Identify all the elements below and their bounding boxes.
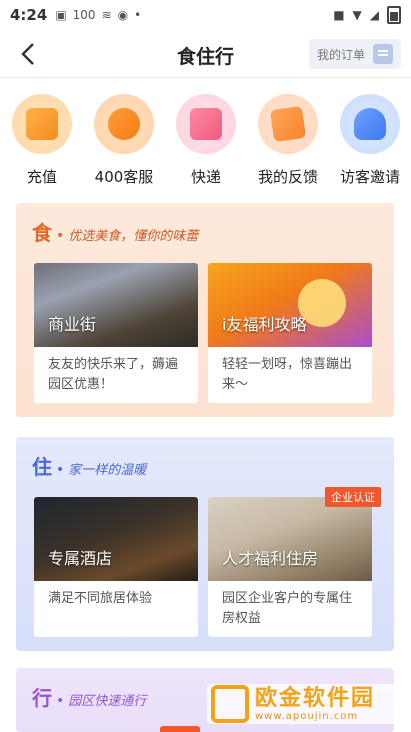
section-char: 行 [32, 686, 52, 710]
recharge-icon [12, 94, 72, 154]
battery-icon [387, 6, 401, 24]
quick-action-label: 快递 [190, 168, 221, 186]
watermark-icon [211, 685, 249, 723]
hotspot-icon: ◉ [117, 8, 129, 22]
section-subtitle: 优选美食，懂你的味蕾 [68, 229, 199, 244]
card-title: i友福利攻略 [222, 315, 307, 334]
card-image: i友福利攻略 [208, 263, 372, 347]
live-section: 住 • 家一样的温暖 专属酒店 满足不同旅居体验 人才福利住房 园区企业客户的专… [16, 437, 394, 651]
card-description: 园区企业客户的专属住房权益 [222, 591, 353, 626]
card-image: 专属酒店 [34, 497, 198, 581]
quick-action-express[interactable]: 快递 [166, 94, 246, 187]
card-title: 专属酒店 [48, 549, 113, 568]
customer-service-icon [94, 94, 154, 154]
status-icons-right: ■ ▼ ◢ [333, 6, 401, 24]
express-icon [176, 94, 236, 154]
card-title: 人才福利住房 [222, 549, 319, 568]
status-bar: 4:24 ▣ 100 ≋ ◉ • ■ ▼ ◢ [0, 0, 411, 30]
quick-actions: 充值 400客服 快递 我的反馈 访客邀请 [0, 94, 411, 190]
card-talent-housing[interactable]: 人才福利住房 园区企业客户的专属住房权益 [208, 497, 372, 637]
section-subtitle: 园区快速通行 [68, 694, 147, 709]
order-list-icon [373, 44, 393, 64]
briefcase-icon: ■ [333, 8, 345, 22]
section-subtitle: 家一样的温暖 [68, 463, 147, 478]
visitor-invite-icon [340, 94, 400, 154]
quick-action-label: 充值 [26, 168, 57, 186]
card-description: 轻轻一划呀，惊喜蹦出来～ [222, 357, 353, 392]
bullet-dot: • [56, 462, 65, 478]
card-title: 商业街 [48, 315, 97, 334]
quick-action-label: 我的反馈 [257, 168, 318, 186]
quick-action-customer-service[interactable]: 400客服 [84, 94, 164, 187]
quick-action-feedback[interactable]: 我的反馈 [248, 94, 328, 187]
quick-action-label: 400客服 [94, 168, 154, 186]
live-section-header: 住 • 家一样的温暖 [32, 451, 146, 480]
sim-icon: ▣ [55, 8, 67, 22]
status-icons-left: ▣ 100 ≋ ◉ • [55, 8, 141, 22]
my-orders-button[interactable]: 我的订单 [308, 39, 401, 69]
go-section-header: 行 • 园区快速通行 [32, 682, 146, 711]
card-exclusive-hotel[interactable]: 专属酒店 满足不同旅居体验 [34, 497, 198, 637]
card-description: 满足不同旅居体验 [48, 591, 153, 606]
card-edge [160, 726, 200, 732]
bullet-dot: • [56, 693, 65, 709]
card-description: 友友的快乐来了，薅遍园区优惠！ [48, 357, 179, 392]
food-section-header: 食 • 优选美食，懂你的味蕾 [32, 217, 198, 246]
status-time: 4:24 [10, 6, 48, 24]
quick-action-recharge[interactable]: 充值 [2, 94, 82, 187]
watermark-url: www.apoujin.com [255, 710, 359, 722]
card-image: 商业街 [34, 263, 198, 347]
wifi-icon: ▼ [352, 8, 362, 22]
signal-bars-icon: ≋ [101, 8, 112, 22]
card-commercial-street[interactable]: 商业街 友友的快乐来了，薅遍园区优惠！ [34, 263, 198, 403]
bullet-dot: • [56, 228, 65, 244]
quick-action-visitor-invite[interactable]: 访客邀请 [330, 94, 410, 187]
my-orders-label: 我的订单 [316, 47, 365, 62]
dot-icon: • [134, 8, 142, 22]
watermark-name: 欧金软件园 [255, 685, 376, 711]
hundred-icon: 100 [72, 8, 96, 22]
enterprise-certified-badge: 企业认证 [325, 487, 381, 507]
card-welfare-guide[interactable]: i友福利攻略 轻轻一划呀，惊喜蹦出来～ [208, 263, 372, 403]
watermark-logo: 欧金软件园 www.apoujin.com [207, 684, 405, 724]
section-char: 食 [32, 221, 52, 245]
quick-action-label: 访客邀请 [339, 168, 400, 186]
cell-signal-icon: ◢ [369, 8, 379, 22]
food-section: 食 • 优选美食，懂你的味蕾 商业街 友友的快乐来了，薅遍园区优惠！ i友福利攻… [16, 203, 394, 417]
card-image: 人才福利住房 [208, 497, 372, 581]
section-char: 住 [32, 455, 52, 479]
top-nav-bar: 食住行 我的订单 [0, 30, 411, 78]
feedback-icon [258, 94, 318, 154]
